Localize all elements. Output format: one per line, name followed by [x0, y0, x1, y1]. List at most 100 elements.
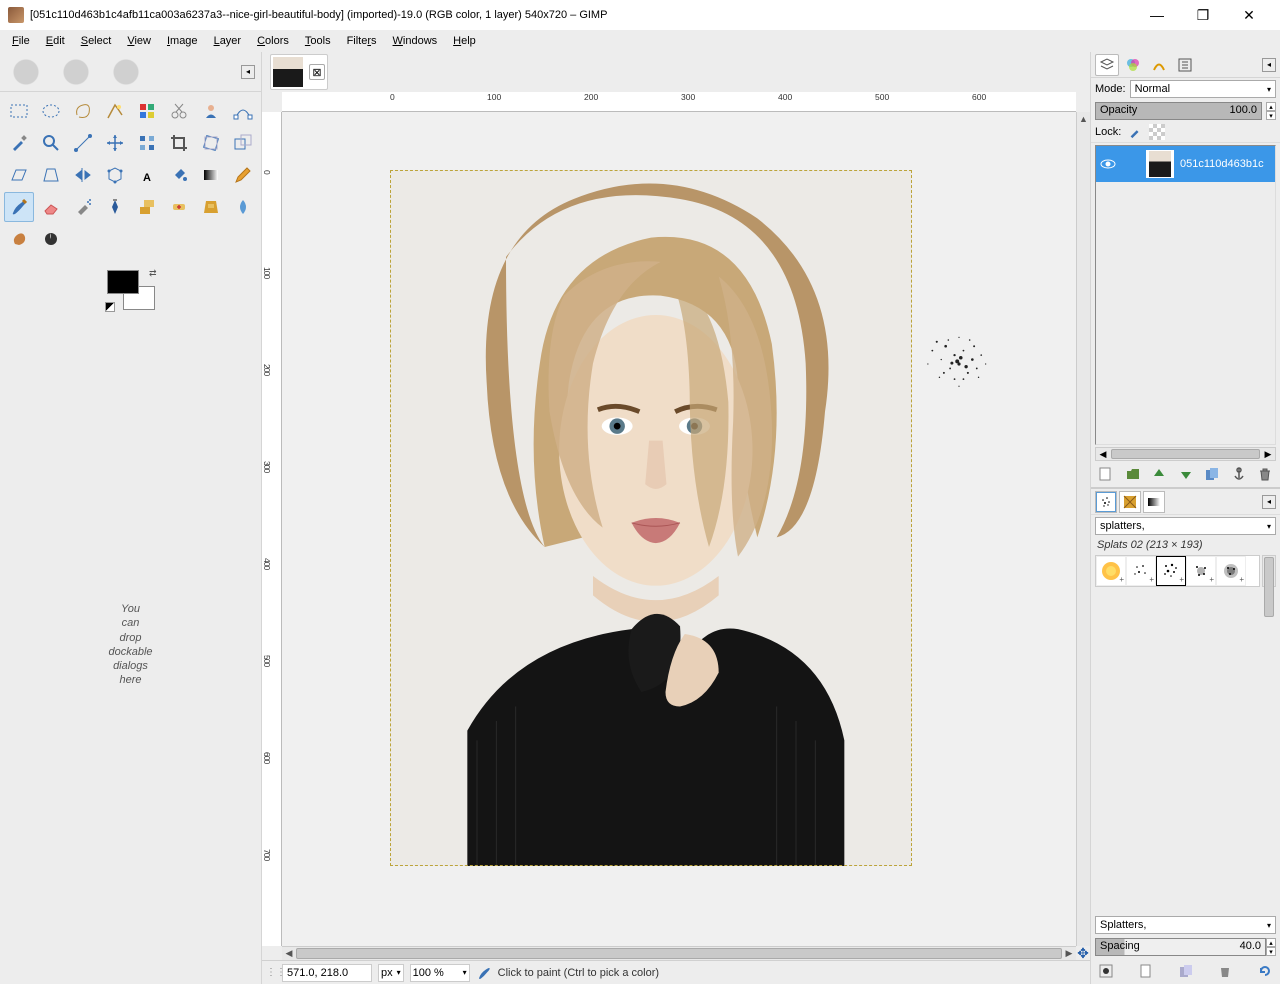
menu-image[interactable]: Image	[159, 33, 206, 49]
brush-category-select[interactable]: Splatters,▾	[1095, 916, 1276, 934]
swap-colors-button[interactable]: ⇄	[149, 268, 157, 279]
duplicate-brush-button[interactable]	[1177, 962, 1195, 980]
menu-windows[interactable]: Windows	[385, 33, 446, 49]
brush-item[interactable]: +	[1186, 556, 1216, 586]
lock-alpha-button[interactable]	[1149, 124, 1165, 140]
menu-filters[interactable]: Filters	[339, 33, 385, 49]
color-swatches[interactable]: ⇄	[0, 258, 261, 322]
canvas-viewport[interactable]	[282, 112, 1076, 946]
new-layer-button[interactable]	[1097, 465, 1115, 483]
scroll-right-button[interactable]: ▶	[1062, 947, 1076, 960]
fuzzy-select-tool[interactable]	[100, 96, 130, 126]
brush-grid[interactable]: + + + + +	[1095, 555, 1260, 587]
scroll-left-button[interactable]: ◀	[282, 947, 296, 960]
heal-tool[interactable]	[164, 192, 194, 222]
canvas-navigate-button[interactable]: ✥	[1076, 946, 1090, 960]
menu-colors[interactable]: Colors	[249, 33, 297, 49]
window-maximize-button[interactable]: ❐	[1180, 0, 1226, 30]
align-tool[interactable]	[132, 128, 162, 158]
smudge-tool[interactable]	[4, 224, 34, 254]
delete-layer-button[interactable]	[1256, 465, 1274, 483]
clone-tool[interactable]	[132, 192, 162, 222]
horizontal-ruler[interactable]: 0 100 200 300 400 500 600	[282, 92, 1076, 112]
anchor-layer-button[interactable]	[1230, 465, 1248, 483]
brush-dock-menu-button[interactable]: ◂	[1262, 495, 1276, 509]
brush-spacing-slider[interactable]: Spacing 40.0	[1095, 938, 1266, 956]
scroll-up-button[interactable]: ▲	[1077, 112, 1090, 126]
eraser-tool[interactable]	[36, 192, 66, 222]
scissors-tool[interactable]	[164, 96, 194, 126]
brush-item-selected[interactable]: +	[1156, 556, 1186, 586]
refresh-brushes-button[interactable]	[1256, 962, 1274, 980]
paths-tab[interactable]	[1147, 54, 1171, 76]
paintbrush-tool[interactable]	[4, 192, 34, 222]
layer-name[interactable]: 051c110d463b1c	[1180, 158, 1264, 170]
channels-tab[interactable]	[1121, 54, 1145, 76]
cage-tool[interactable]	[100, 160, 130, 190]
menu-help[interactable]: Help	[445, 33, 484, 49]
opacity-spinner[interactable]: ▴▾	[1266, 102, 1276, 120]
menu-tools[interactable]: Tools	[297, 33, 339, 49]
layer-visibility-toggle[interactable]	[1100, 156, 1116, 172]
layer-group-button[interactable]	[1124, 465, 1142, 483]
window-close-button[interactable]: ✕	[1226, 0, 1272, 30]
shear-tool[interactable]	[4, 160, 34, 190]
vertical-ruler[interactable]: 0 100 200 300 400 500 600 700	[262, 112, 282, 946]
brush-grid-scrollbar[interactable]	[1262, 555, 1276, 587]
menu-edit[interactable]: Edit	[38, 33, 73, 49]
free-select-tool[interactable]	[68, 96, 98, 126]
layer-item[interactable]: 051c110d463b1c	[1096, 146, 1275, 182]
airbrush-tool[interactable]	[68, 192, 98, 222]
by-color-select-tool[interactable]	[132, 96, 162, 126]
brushes-tab[interactable]	[1095, 491, 1117, 513]
flip-tool[interactable]	[68, 160, 98, 190]
perspective-tool[interactable]	[36, 160, 66, 190]
zoom-tool[interactable]	[36, 128, 66, 158]
patterns-tab[interactable]	[1119, 491, 1141, 513]
paths-tool[interactable]	[228, 96, 258, 126]
rect-select-tool[interactable]	[4, 96, 34, 126]
status-zoom-field[interactable]: 100 %▾	[410, 964, 470, 982]
new-brush-button[interactable]	[1137, 962, 1155, 980]
dodge-burn-tool[interactable]	[36, 224, 66, 254]
pencil-tool[interactable]	[228, 160, 258, 190]
window-minimize-button[interactable]: —	[1134, 0, 1180, 30]
edit-brush-button[interactable]	[1097, 962, 1115, 980]
blur-tool[interactable]	[228, 192, 258, 222]
image-tab[interactable]: ⊠	[270, 54, 328, 90]
text-tool[interactable]: A	[132, 160, 162, 190]
image-tab-close-button[interactable]: ⊠	[309, 64, 325, 80]
undo-history-tab[interactable]	[1173, 54, 1197, 76]
foreground-select-tool[interactable]	[196, 96, 226, 126]
raise-layer-button[interactable]	[1150, 465, 1168, 483]
default-colors-button[interactable]	[105, 302, 115, 312]
menu-layer[interactable]: Layer	[206, 33, 250, 49]
rotate-tool[interactable]	[196, 128, 226, 158]
brush-filter-field[interactable]: splatters,▾	[1095, 517, 1276, 535]
lower-layer-button[interactable]	[1177, 465, 1195, 483]
layer-mode-select[interactable]: Normal▾	[1130, 80, 1276, 98]
measure-tool[interactable]	[68, 128, 98, 158]
perspective-clone-tool[interactable]	[196, 192, 226, 222]
layers-tab[interactable]	[1095, 54, 1119, 76]
brush-item[interactable]: +	[1216, 556, 1246, 586]
menu-select[interactable]: Select	[73, 33, 120, 49]
brush-item[interactable]: +	[1096, 556, 1126, 586]
blend-tool[interactable]	[196, 160, 226, 190]
move-tool[interactable]	[100, 128, 130, 158]
canvas-vertical-scrollbar[interactable]: ▲	[1076, 112, 1090, 946]
dock-tab-menu-button[interactable]: ◂	[1262, 58, 1276, 72]
duplicate-layer-button[interactable]	[1203, 465, 1221, 483]
gradients-tab[interactable]	[1143, 491, 1165, 513]
layer-list[interactable]: 051c110d463b1c	[1095, 145, 1276, 445]
canvas-horizontal-scrollbar[interactable]: ◀ ▶	[282, 946, 1076, 960]
ink-tool[interactable]	[100, 192, 130, 222]
hscroll-thumb[interactable]	[296, 948, 1062, 959]
status-units-select[interactable]: px▾	[378, 964, 404, 982]
color-picker-tool[interactable]	[4, 128, 34, 158]
lock-pixels-button[interactable]	[1127, 124, 1143, 140]
foreground-color-swatch[interactable]	[107, 270, 139, 294]
menu-file[interactable]: File	[4, 33, 38, 49]
layer-opacity-slider[interactable]: Opacity 100.0	[1095, 102, 1262, 120]
bucket-fill-tool[interactable]	[164, 160, 194, 190]
